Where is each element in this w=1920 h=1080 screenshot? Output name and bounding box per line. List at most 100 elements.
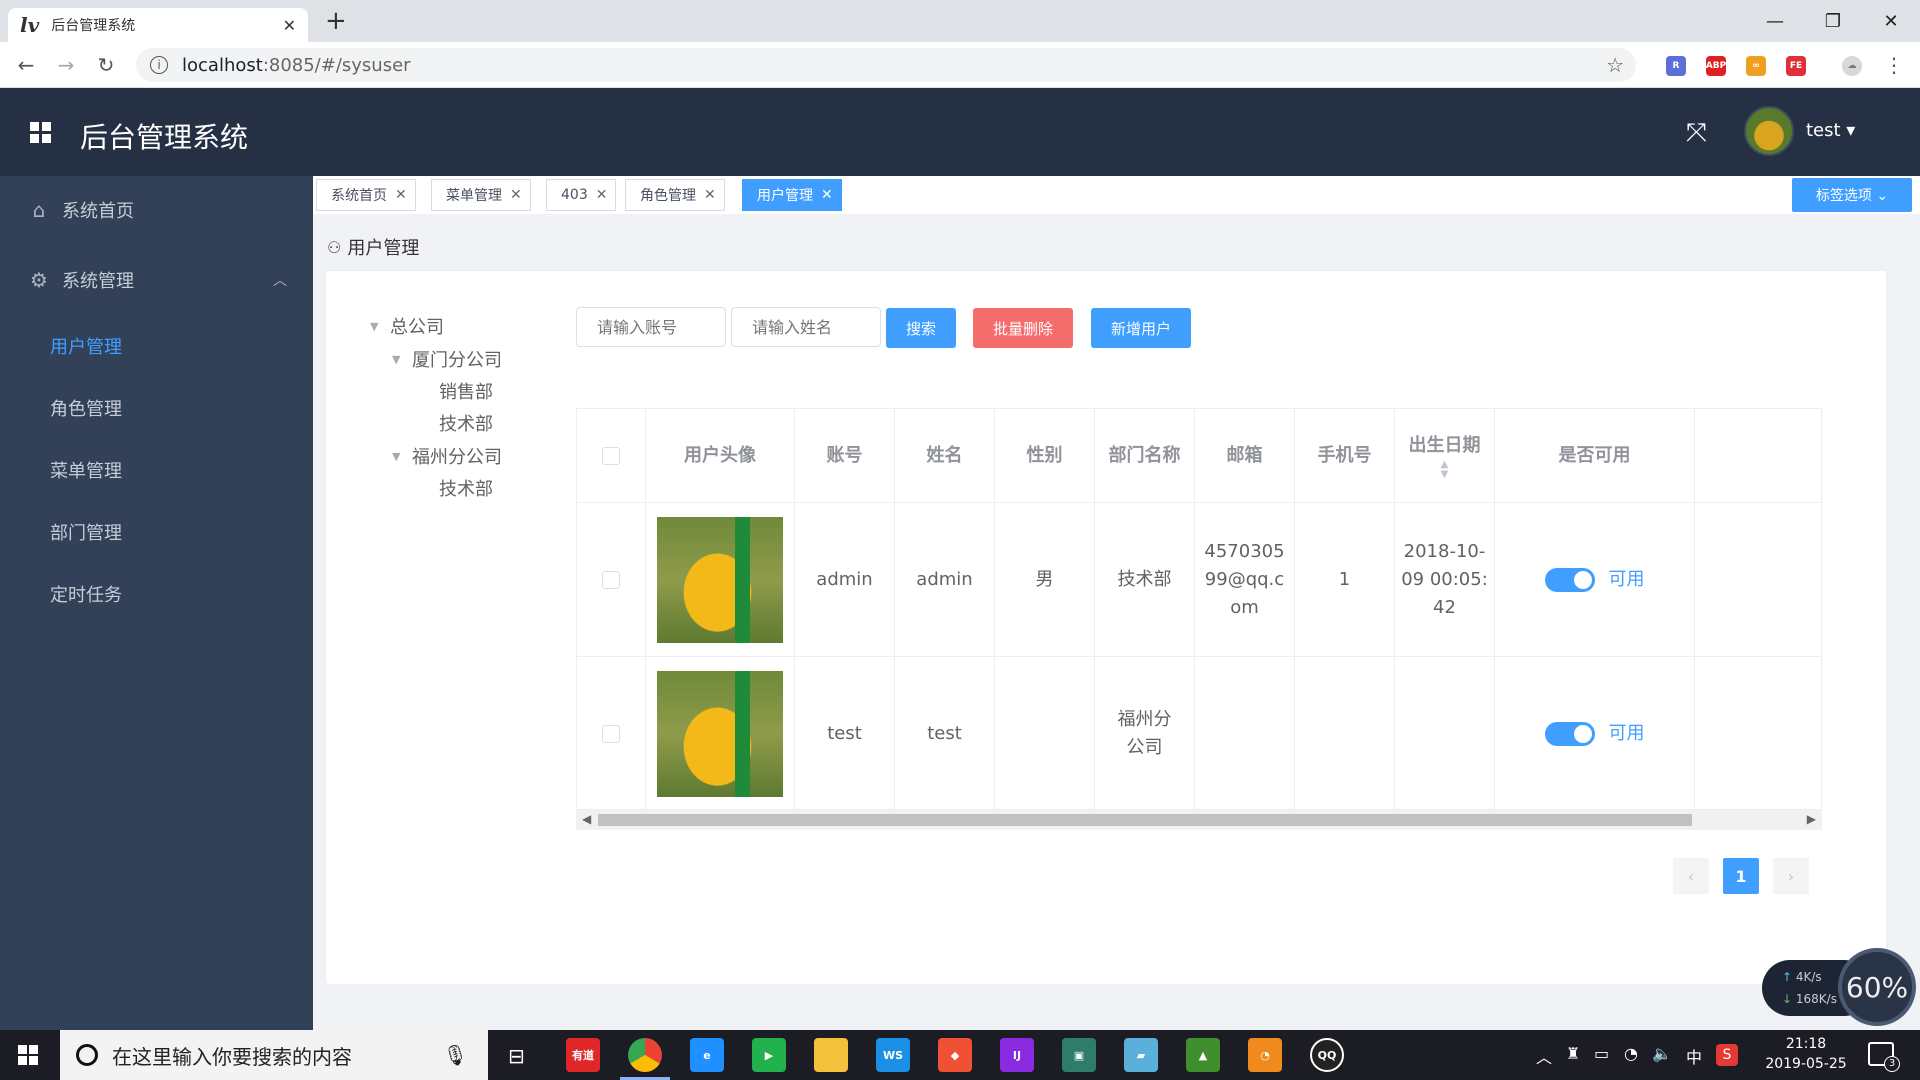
column-header-sortable[interactable]: 出生日期 ▲ ▼	[1395, 409, 1495, 502]
row-select[interactable]	[577, 657, 646, 809]
network-speed-widget[interactable]: ↑ 4K/s ↓ 168K/s 60%	[1762, 948, 1916, 1028]
scrollbar-thumb[interactable]	[598, 814, 1692, 826]
profile-avatar-icon[interactable]: ☁	[1842, 56, 1862, 76]
taskbar-app-chrome-icon[interactable]	[620, 1038, 670, 1080]
browser-tab[interactable]: lv 后台管理系统 ✕	[8, 8, 308, 42]
taskbar-app-explorer-icon[interactable]	[814, 1038, 848, 1072]
checkbox[interactable]	[602, 724, 620, 743]
close-icon[interactable]: ✕	[821, 187, 833, 203]
tray-app-icon[interactable]: ♜	[1566, 1044, 1580, 1063]
restore-window-button[interactable]: ❐	[1804, 0, 1862, 42]
task-view-icon[interactable]: ⊟	[508, 1044, 525, 1068]
close-icon[interactable]: ✕	[395, 187, 407, 203]
tray-chevron-up-icon[interactable]: ︿	[1536, 1044, 1552, 1068]
taskbar-app-qq-icon[interactable]: QQ	[1310, 1038, 1344, 1072]
sogou-ime-icon[interactable]: S	[1716, 1044, 1738, 1066]
sidebar-item-scheduled-tasks[interactable]: 定时任务	[0, 564, 313, 624]
sidebar-item-menu-management[interactable]: 菜单管理	[0, 440, 313, 500]
browser-menu-icon[interactable]: ⋮	[1880, 51, 1908, 79]
next-page-button[interactable]: ›	[1773, 858, 1809, 894]
header-select-all[interactable]	[577, 409, 646, 502]
close-icon[interactable]: ✕	[510, 187, 522, 203]
tag-home[interactable]: 系统首页 ✕	[316, 179, 416, 211]
reset-button[interactable]: ↻ 重置	[1821, 590, 1822, 618]
tree-node-root[interactable]: ▼ 总公司	[370, 313, 444, 339]
tag-options-button[interactable]: 标签选项 ⌄	[1792, 178, 1912, 212]
close-icon[interactable]: ✕	[704, 187, 716, 203]
name-search-input[interactable]	[731, 307, 881, 347]
taskbar-app-paint-icon[interactable]: ◔	[1248, 1038, 1282, 1072]
tree-node-tech-fuzhou[interactable]: 技术部	[439, 475, 493, 501]
caret-down-icon[interactable]: ▼	[392, 353, 412, 366]
windows-start-icon[interactable]	[18, 1045, 38, 1065]
edit-button[interactable]: ✎ 编辑	[1821, 542, 1822, 570]
taskbar-clock[interactable]: 21:18 2019-05-25	[1756, 1034, 1856, 1074]
minimize-window-button[interactable]: —	[1746, 0, 1804, 42]
address-bar[interactable]: i localhost:8085/#/sysuser ☆	[136, 48, 1636, 82]
close-tab-icon[interactable]: ✕	[283, 16, 296, 35]
tag-user-management[interactable]: 用户管理 ✕	[742, 179, 842, 211]
user-avatar[interactable]	[1744, 106, 1794, 156]
back-arrow-icon[interactable]: ←	[12, 51, 40, 79]
tree-node-xiamen[interactable]: ▼ 厦门分公司	[392, 346, 502, 372]
taskbar-app-imgtool-icon[interactable]: ▲	[1186, 1038, 1220, 1072]
battery-icon[interactable]: ▭	[1594, 1044, 1609, 1063]
taskbar-app-git-icon[interactable]: ◆	[938, 1038, 972, 1072]
enabled-switch[interactable]	[1544, 721, 1595, 746]
sidebar-item-role-management[interactable]: 角色管理	[0, 378, 313, 438]
page-button-current[interactable]: 1	[1723, 858, 1759, 894]
extension-fe-icon[interactable]: FE	[1786, 56, 1806, 76]
bookmark-star-icon[interactable]: ☆	[1606, 53, 1624, 77]
user-dropdown[interactable]: test ▾	[1806, 120, 1855, 141]
taskbar-app-intellij-icon[interactable]: IJ	[1000, 1038, 1034, 1072]
edit-button[interactable]: ✎ 编辑	[1821, 696, 1822, 724]
taskbar-app-app-green-icon[interactable]: ▣	[1062, 1038, 1096, 1072]
taskbar-app-player-icon[interactable]: ▶	[752, 1038, 786, 1072]
fullscreen-toggle-icon[interactable]: ⤧	[1686, 118, 1707, 149]
close-window-button[interactable]: ✕	[1862, 0, 1920, 42]
sort-down-icon[interactable]: ▼	[1441, 469, 1449, 480]
tree-node-sales[interactable]: 销售部	[439, 378, 493, 404]
sidebar-item-user-management[interactable]: 用户管理	[0, 316, 313, 376]
taskbar-app-youdao-icon[interactable]: 有道	[566, 1038, 600, 1072]
ime-indicator[interactable]: 中	[1686, 1044, 1702, 1068]
add-user-button[interactable]: 新增用户	[1091, 308, 1191, 348]
taskbar-app-edge-icon[interactable]: e	[690, 1038, 724, 1072]
scroll-right-icon[interactable]: ▶	[1807, 812, 1816, 826]
taskbar-app-notes-icon[interactable]: ▰	[1124, 1038, 1158, 1072]
sort-up-icon[interactable]: ▲	[1441, 459, 1449, 470]
notification-center-icon[interactable]: 3	[1868, 1042, 1900, 1072]
caret-down-icon[interactable]: ▼	[370, 320, 390, 333]
volume-icon[interactable]: 🔈	[1652, 1044, 1672, 1063]
scroll-left-icon[interactable]: ◀	[582, 812, 591, 826]
enabled-switch[interactable]	[1544, 567, 1595, 592]
prev-page-button[interactable]: ‹	[1673, 858, 1709, 894]
sidebar-group-system[interactable]: ⚙ 系统管理 ︿	[0, 250, 313, 310]
site-info-icon[interactable]: i	[150, 56, 168, 74]
account-search-input[interactable]	[576, 307, 726, 347]
checkbox[interactable]	[602, 446, 620, 465]
close-icon[interactable]: ✕	[596, 187, 608, 203]
tree-node-tech[interactable]: 技术部	[439, 410, 493, 436]
checkbox[interactable]	[602, 570, 620, 589]
tree-node-fuzhou[interactable]: ▼ 福州分公司	[392, 443, 502, 469]
extension-abp-icon[interactable]: ABP	[1706, 56, 1726, 76]
row-select[interactable]	[577, 503, 646, 656]
reload-icon[interactable]: ↻	[92, 51, 120, 79]
extension-infinity-icon[interactable]: ∞	[1746, 56, 1766, 76]
sidebar-item-dept-management[interactable]: 部门管理	[0, 502, 313, 562]
microphone-icon[interactable]: 🎙	[443, 1043, 468, 1067]
tag-role-management[interactable]: 角色管理 ✕	[625, 179, 725, 211]
extension-r-icon[interactable]: R	[1666, 56, 1686, 76]
wifi-icon[interactable]: ◔	[1624, 1044, 1638, 1063]
sidebar-item-home[interactable]: ⌂ 系统首页	[0, 180, 313, 240]
forward-arrow-icon[interactable]: →	[52, 51, 80, 79]
table-horizontal-scrollbar[interactable]: ◀ ▶	[576, 810, 1822, 830]
collapse-menu-grid-icon[interactable]	[30, 122, 51, 143]
tag-403[interactable]: 403 ✕	[546, 179, 617, 211]
new-tab-button[interactable]: +	[325, 6, 347, 36]
batch-delete-button[interactable]: 批量删除	[973, 308, 1073, 348]
caret-down-icon[interactable]: ▼	[392, 450, 412, 463]
reset-button[interactable]: ↻ 重置	[1821, 744, 1822, 772]
tag-menu-management[interactable]: 菜单管理 ✕	[431, 179, 531, 211]
